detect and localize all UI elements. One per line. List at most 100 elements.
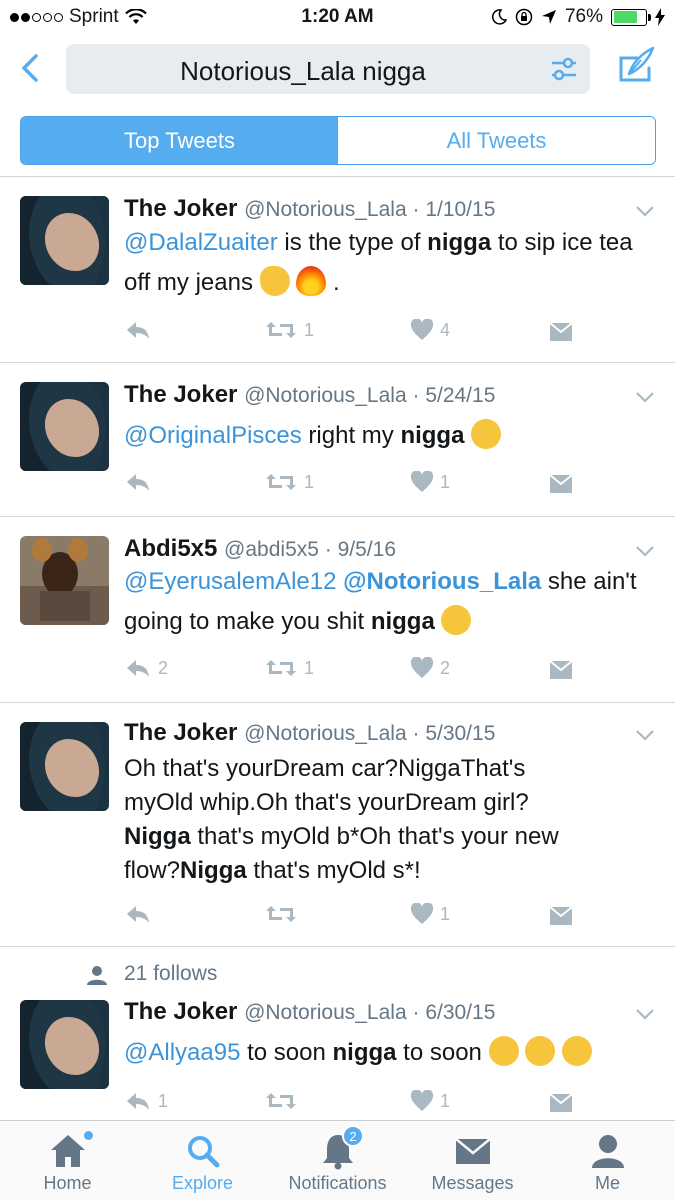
like-count: 2 — [440, 657, 451, 678]
avatar[interactable] — [20, 1000, 109, 1089]
tab-home[interactable]: Home — [0, 1129, 135, 1194]
search-input[interactable]: Notorious_Lala nigga — [66, 44, 590, 94]
tab-top-tweets[interactable]: Top Tweets — [21, 117, 338, 164]
retweet-button[interactable]: 1 — [264, 471, 314, 493]
author-name[interactable]: The Joker — [124, 998, 237, 1025]
ok-hand-emoji-icon — [259, 266, 290, 296]
like-button[interactable]: 4 — [410, 319, 450, 341]
text-line: myOld whip.Oh that's yourDream girl? — [124, 789, 529, 816]
mention-link[interactable]: @DalalZuaiter — [124, 229, 278, 256]
mention-link[interactable]: @Notorious_Lala — [343, 568, 541, 595]
tweet[interactable]: Abdi5x5 @abdi5x5 · 9/5/16 @EyerusalemAle… — [0, 517, 675, 703]
steam-face-emoji-icon — [488, 1036, 519, 1066]
chevron-down-icon[interactable] — [635, 544, 655, 558]
text-span: to soon — [240, 1039, 333, 1066]
tweet-actions: 1 1 — [124, 1090, 584, 1120]
avatar[interactable] — [20, 196, 109, 285]
tweet-text: Oh that's yourDream car?NiggaThat's myOl… — [124, 752, 654, 888]
like-button[interactable]: 1 — [410, 1090, 450, 1112]
tweet-date: 6/30/15 — [425, 1001, 496, 1024]
reply-button[interactable] — [124, 903, 158, 925]
tweet[interactable]: The Joker @Notorious_Lala · 6/30/15 @All… — [0, 990, 675, 1120]
bottom-tab-bar: Home Explore 2 Notifications Messages Me — [0, 1120, 675, 1200]
separator-dot: · — [406, 1001, 426, 1024]
highlighted-term: Nigga — [180, 857, 247, 884]
mention-link[interactable]: @EyerusalemAle12 — [124, 568, 336, 595]
chevron-down-icon[interactable] — [635, 204, 655, 218]
reply-button[interactable]: 1 — [124, 1090, 168, 1112]
heart-icon — [410, 319, 434, 340]
grin-face-emoji-icon — [561, 1036, 592, 1066]
tab-label: Messages — [431, 1173, 514, 1193]
joy-face-emoji-icon — [441, 605, 472, 635]
search-filter-icon[interactable] — [550, 56, 578, 82]
retweet-icon — [266, 906, 296, 922]
tweet-header: The Joker @Notorious_Lala · 5/24/15 — [124, 381, 495, 409]
author-name[interactable]: The Joker — [124, 195, 237, 222]
chevron-down-icon[interactable] — [635, 728, 655, 742]
retweet-icon — [266, 322, 296, 338]
separator-dot: · — [406, 384, 426, 407]
mention-link[interactable]: @Allyaa95 — [124, 1039, 240, 1066]
tab-messages[interactable]: Messages — [405, 1129, 540, 1194]
highlighted-term: nigga — [332, 1039, 397, 1066]
avatar[interactable] — [20, 722, 109, 811]
highlighted-term: Nigga — [124, 823, 191, 850]
tweet-header: Abdi5x5 @abdi5x5 · 9/5/16 — [124, 535, 396, 563]
retweet-button[interactable]: 1 — [264, 657, 314, 679]
retweet-button[interactable] — [264, 903, 304, 925]
tab-me[interactable]: Me — [540, 1129, 675, 1194]
heart-icon — [410, 903, 434, 924]
text-span: flow? — [124, 857, 181, 884]
like-count: 1 — [440, 471, 451, 492]
like-button[interactable]: 1 — [410, 471, 450, 493]
tab-explore[interactable]: Explore — [135, 1129, 270, 1194]
tab-all-tweets[interactable]: All Tweets — [338, 117, 655, 164]
author-name[interactable]: The Joker — [124, 719, 237, 746]
chevron-down-icon[interactable] — [635, 1007, 655, 1021]
heart-icon — [410, 1090, 434, 1111]
author-name[interactable]: Abdi5x5 — [124, 535, 217, 562]
like-button[interactable]: 1 — [410, 903, 450, 925]
like-count: 1 — [440, 1090, 451, 1111]
separator-dot: · — [406, 198, 426, 221]
retweet-button[interactable] — [264, 1090, 304, 1112]
retweet-icon — [266, 1093, 296, 1109]
tweet-header: The Joker @Notorious_Lala · 5/30/15 — [124, 719, 495, 747]
direct-message-icon[interactable] — [549, 659, 573, 681]
tweet[interactable]: The Joker @Notorious_Lala · 5/24/15 @Ori… — [0, 363, 675, 517]
avatar[interactable] — [20, 536, 109, 625]
home-icon — [50, 1135, 85, 1167]
reply-icon — [127, 474, 149, 491]
author-handle[interactable]: @Notorious_Lala — [244, 198, 407, 221]
direct-message-icon[interactable] — [549, 321, 573, 343]
direct-message-icon[interactable] — [549, 473, 573, 495]
status-indicators: 76% — [491, 6, 665, 28]
author-handle[interactable]: @Notorious_Lala — [244, 384, 407, 407]
tweet-text: @OriginalPisces right my nigga — [124, 416, 654, 456]
new-content-indicator — [84, 1131, 93, 1140]
reply-icon — [127, 660, 149, 677]
reply-button[interactable]: 2 — [124, 657, 168, 679]
avatar[interactable] — [20, 382, 109, 471]
retweet-button[interactable]: 1 — [264, 319, 314, 341]
author-name[interactable]: The Joker — [124, 381, 237, 408]
mention-link[interactable]: @OriginalPisces — [124, 422, 302, 449]
like-button[interactable]: 2 — [410, 657, 450, 679]
tweet[interactable]: The Joker @Notorious_Lala · 5/30/15 Oh t… — [0, 703, 675, 947]
author-handle[interactable]: @Notorious_Lala — [244, 1001, 407, 1024]
reply-button[interactable] — [124, 319, 158, 341]
author-handle[interactable]: @abdi5x5 — [224, 538, 319, 561]
reply-button[interactable] — [124, 471, 158, 493]
search-query: Notorious_Lala nigga — [180, 56, 426, 86]
tweet[interactable]: The Joker @Notorious_Lala · 1/10/15 @Dal… — [0, 177, 675, 363]
direct-message-icon[interactable] — [549, 905, 573, 927]
tab-notifications[interactable]: 2 Notifications — [270, 1125, 405, 1194]
chevron-down-icon[interactable] — [635, 390, 655, 404]
direct-message-icon[interactable] — [549, 1092, 573, 1114]
compose-tweet-icon[interactable] — [615, 44, 657, 88]
author-handle[interactable]: @Notorious_Lala — [244, 722, 407, 745]
tweet-actions: 1 1 — [124, 471, 584, 501]
back-chevron-icon[interactable] — [14, 48, 46, 88]
tweet-actions: 1 — [124, 903, 584, 933]
